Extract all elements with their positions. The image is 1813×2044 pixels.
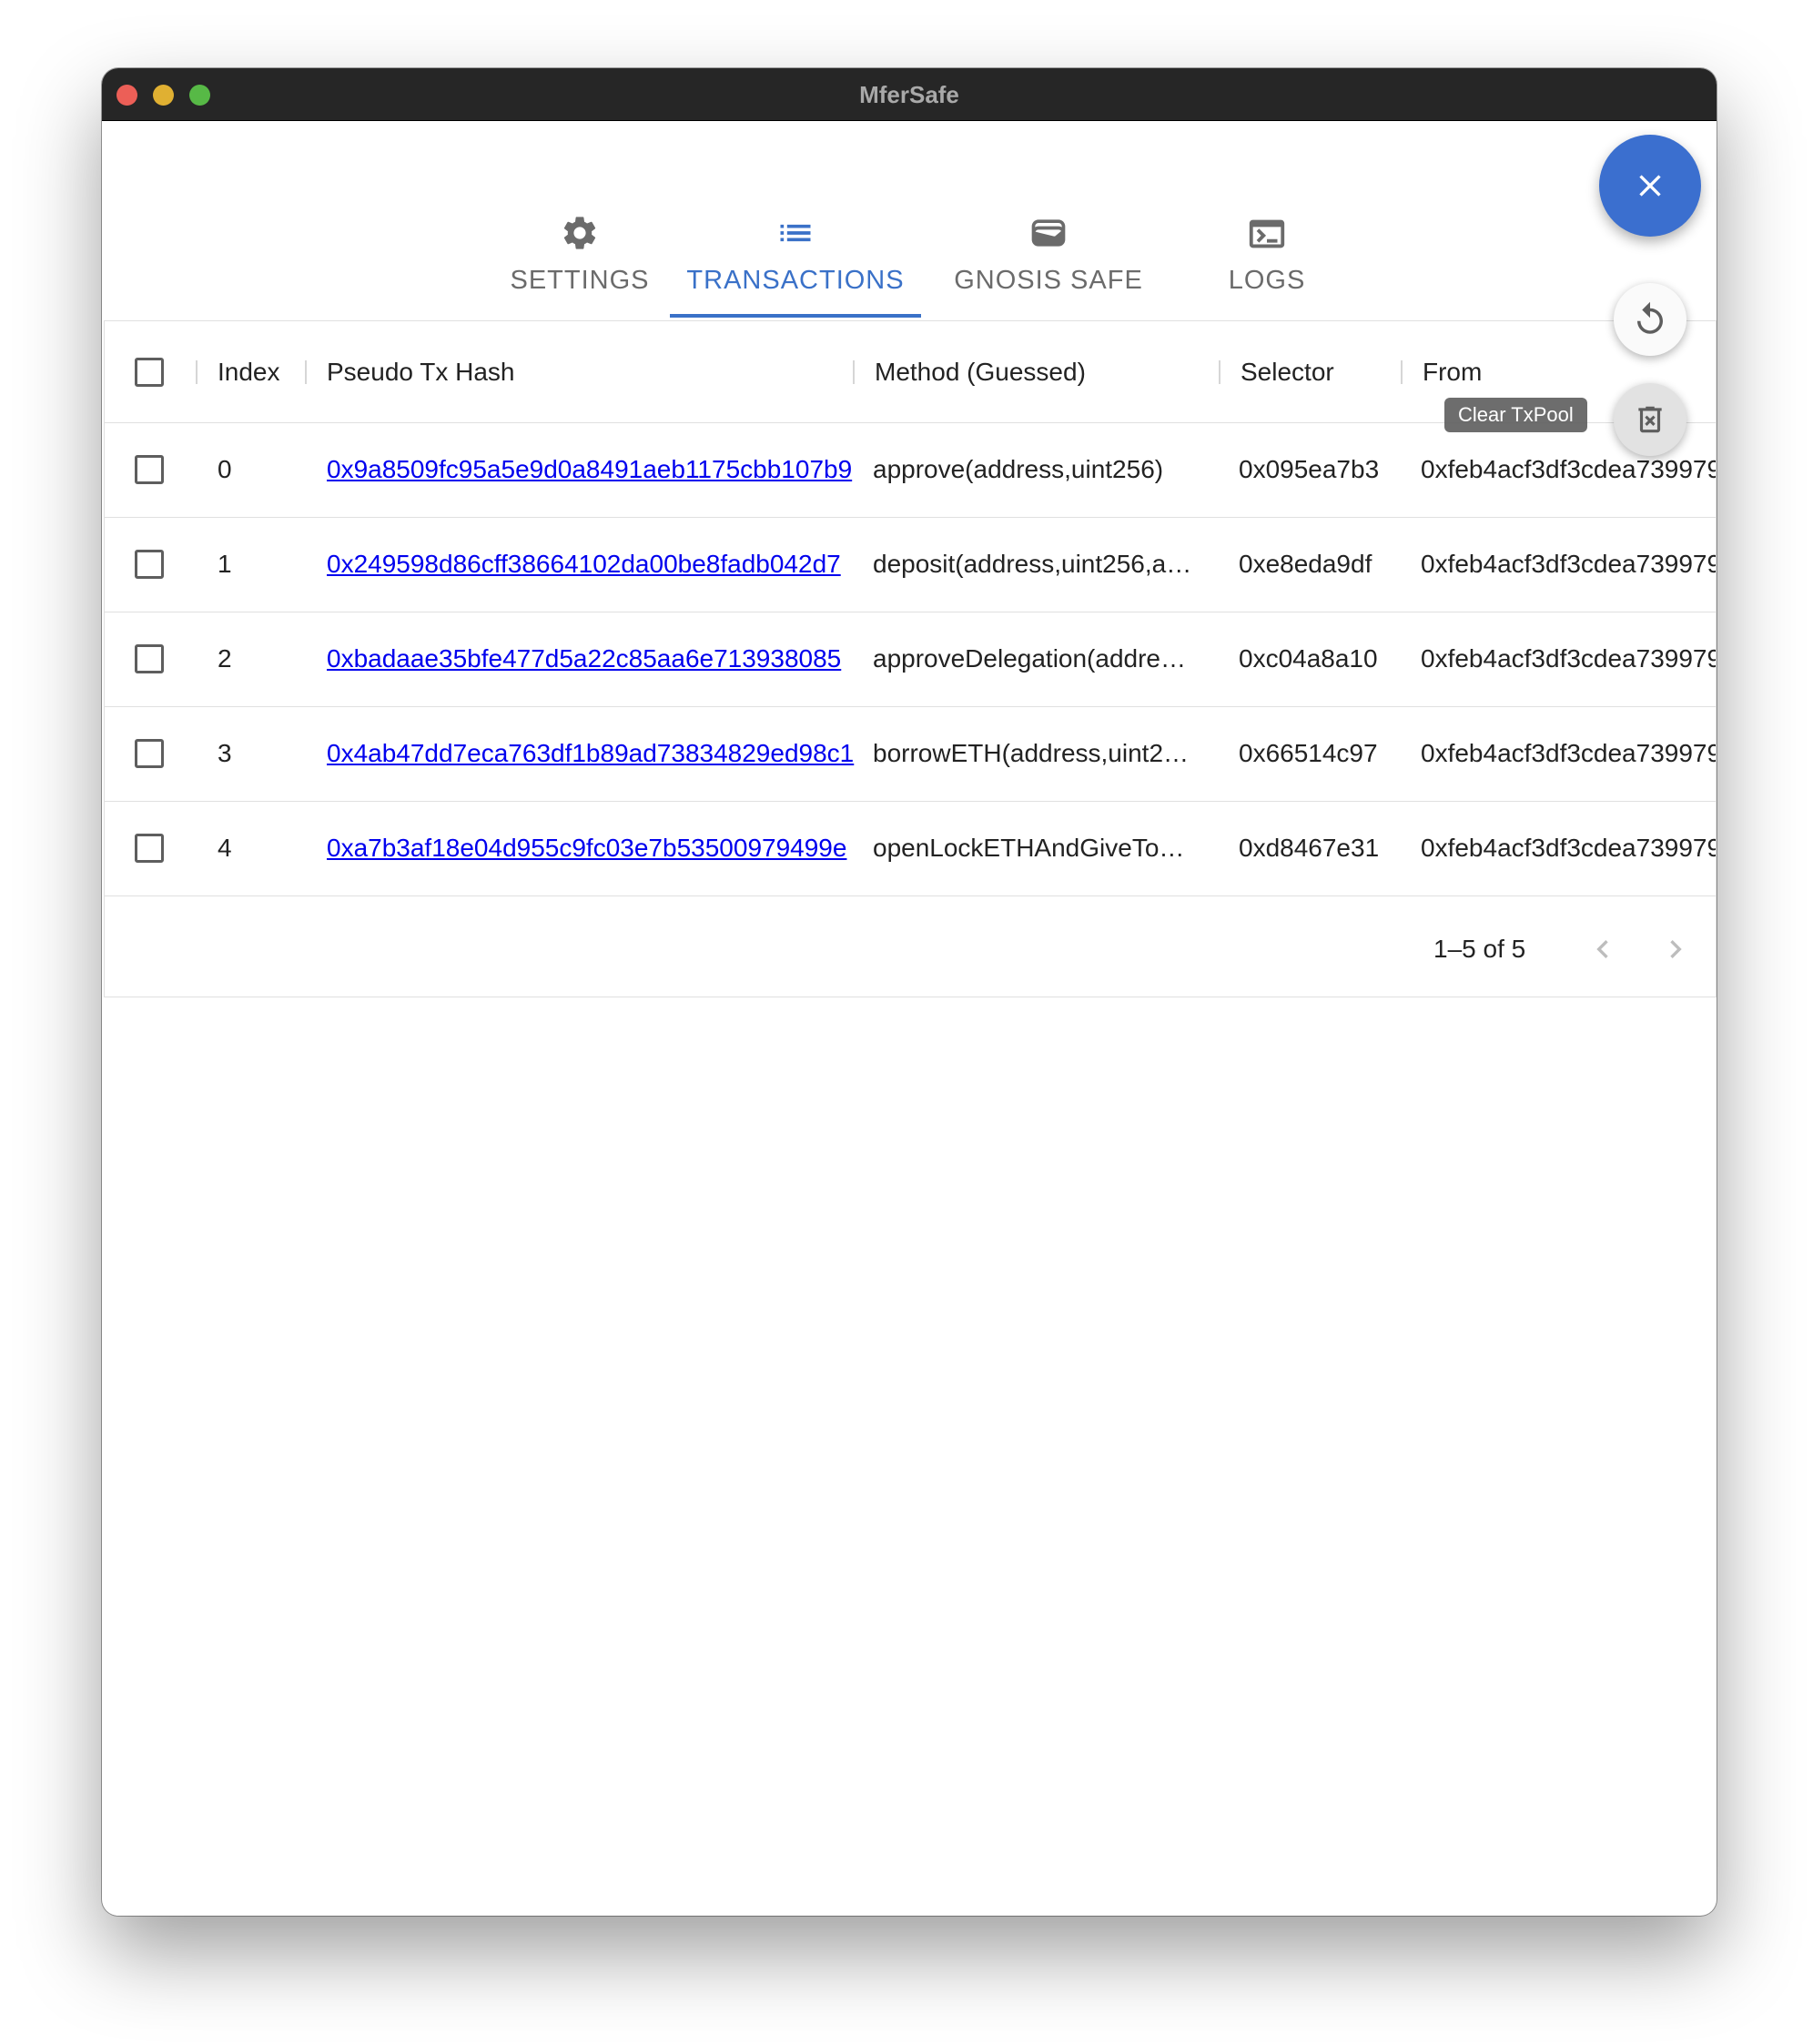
next-page-button[interactable] <box>1657 931 1694 967</box>
clear-txpool-button[interactable] <box>1614 383 1686 456</box>
cell-selector: 0x095ea7b3 <box>1239 455 1380 483</box>
table-row[interactable]: 2 0xbadaae35bfe477d5a22c85aa6e713938085 … <box>105 612 1716 707</box>
cell-from: 0xfeb4acf3df3cdea739979 <box>1421 834 1716 862</box>
cell-selector: 0x66514c97 <box>1239 739 1378 767</box>
row-checkbox[interactable] <box>135 644 164 673</box>
cell-hash: 0x249598d86cff38664102da00be8fadb042d7 <box>327 517 858 612</box>
cell-index: 3 <box>218 739 232 767</box>
table-footer: 1–5 of 5 <box>105 902 1716 997</box>
select-all-checkbox[interactable] <box>135 358 164 387</box>
table-row[interactable]: 4 0xa7b3af18e04d955c9fc03e7b53500979499e… <box>105 801 1716 896</box>
tx-hash-link[interactable]: 0xbadaae35bfe477d5a22c85aa6e713938085 <box>327 644 841 673</box>
cell-from: 0xfeb4acf3df3cdea739979 <box>1421 739 1716 767</box>
list-icon <box>775 213 815 260</box>
cell-method: approve(address,uint256) <box>873 455 1164 483</box>
delete-icon <box>1633 402 1667 441</box>
tab-logs[interactable]: LOGS <box>1176 120 1358 319</box>
tab-label: GNOSIS SAFE <box>954 266 1143 295</box>
tab-label: LOGS <box>1228 266 1306 295</box>
app-window: MferSafe SETTINGS TRANSACTIONS GNOSIS SA… <box>102 68 1717 1916</box>
tab-label: SETTINGS <box>510 266 650 295</box>
pagination-count: 1–5 of 5 <box>1433 935 1526 963</box>
active-tab-indicator <box>670 314 921 318</box>
column-header-index[interactable]: Index <box>218 321 309 422</box>
table-row[interactable]: 3 0x4ab47dd7eca763df1b89ad73834829ed98c1… <box>105 706 1716 802</box>
window-title: MferSafe <box>859 81 959 108</box>
cell-index: 1 <box>218 550 232 578</box>
title-bar: MferSafe <box>102 68 1717 121</box>
row-checkbox[interactable] <box>135 455 164 484</box>
cell-from: 0xfeb4acf3df3cdea739979 <box>1421 550 1716 578</box>
column-separator[interactable] <box>196 360 198 384</box>
tab-bar: SETTINGS TRANSACTIONS GNOSIS SAFE LOGS <box>102 120 1717 320</box>
cell-method: borrowETH(address,uint2… <box>873 739 1190 767</box>
row-checkbox[interactable] <box>135 834 164 863</box>
tab-label: TRANSACTIONS <box>686 266 905 295</box>
terminal-icon <box>1246 213 1288 262</box>
column-separator[interactable] <box>853 360 855 384</box>
tab-transactions[interactable]: TRANSACTIONS <box>670 120 921 319</box>
cell-hash: 0x4ab47dd7eca763df1b89ad73834829ed98c1 <box>327 706 858 801</box>
gear-icon <box>560 213 600 260</box>
column-separator[interactable] <box>1219 360 1220 384</box>
cell-hash: 0xa7b3af18e04d955c9fc03e7b53500979499e <box>327 801 858 896</box>
cell-method: approveDelegation(addre… <box>873 644 1186 673</box>
cell-from: 0xfeb4acf3df3cdea739979 <box>1421 644 1716 673</box>
close-icon <box>1632 167 1668 208</box>
cell-index: 2 <box>218 644 232 673</box>
chevron-right-icon <box>1657 940 1694 971</box>
cell-selector: 0xd8467e31 <box>1239 834 1380 862</box>
tab-settings[interactable]: SETTINGS <box>489 120 671 319</box>
clear-txpool-tooltip: Clear TxPool <box>1444 398 1587 432</box>
tx-hash-link[interactable]: 0xa7b3af18e04d955c9fc03e7b53500979499e <box>327 834 846 863</box>
column-header-hash[interactable]: Pseudo Tx Hash <box>327 321 691 422</box>
tx-hash-link[interactable]: 0x9a8509fc95a5e9d0a8491aeb1175cbb107b9 <box>327 455 852 484</box>
refresh-button[interactable] <box>1614 283 1686 356</box>
row-checkbox[interactable] <box>135 739 164 768</box>
chevron-left-icon <box>1585 940 1621 971</box>
column-header-selector[interactable]: Selector <box>1241 321 1395 422</box>
tab-gnosis-safe[interactable]: GNOSIS SAFE <box>921 120 1176 319</box>
row-checkbox[interactable] <box>135 550 164 579</box>
cell-index: 0 <box>218 455 232 483</box>
cell-selector: 0xe8eda9df <box>1239 550 1372 578</box>
refresh-icon <box>1631 300 1669 343</box>
cell-method: deposit(address,uint256,a… <box>873 550 1192 578</box>
cell-index: 4 <box>218 834 232 862</box>
table-row[interactable]: 0 0x9a8509fc95a5e9d0a8491aeb1175cbb107b9… <box>105 422 1716 518</box>
wallet-icon <box>1028 213 1069 260</box>
cell-hash: 0x9a8509fc95a5e9d0a8491aeb1175cbb107b9 <box>327 422 858 517</box>
column-separator[interactable] <box>305 360 307 384</box>
table-row[interactable]: 1 0x249598d86cff38664102da00be8fadb042d7… <box>105 517 1716 612</box>
cell-method: openLockETHAndGiveTo… <box>873 834 1185 862</box>
column-separator[interactable] <box>1401 360 1403 384</box>
cell-hash: 0xbadaae35bfe477d5a22c85aa6e713938085 <box>327 612 858 706</box>
previous-page-button[interactable] <box>1585 931 1621 967</box>
cell-selector: 0xc04a8a10 <box>1239 644 1378 673</box>
tx-hash-link[interactable]: 0x249598d86cff38664102da00be8fadb042d7 <box>327 550 841 579</box>
tx-hash-link[interactable]: 0x4ab47dd7eca763df1b89ad73834829ed98c1 <box>327 739 854 768</box>
speed-dial-button[interactable] <box>1599 135 1701 237</box>
column-header-method[interactable]: Method (Guessed) <box>875 321 1211 422</box>
